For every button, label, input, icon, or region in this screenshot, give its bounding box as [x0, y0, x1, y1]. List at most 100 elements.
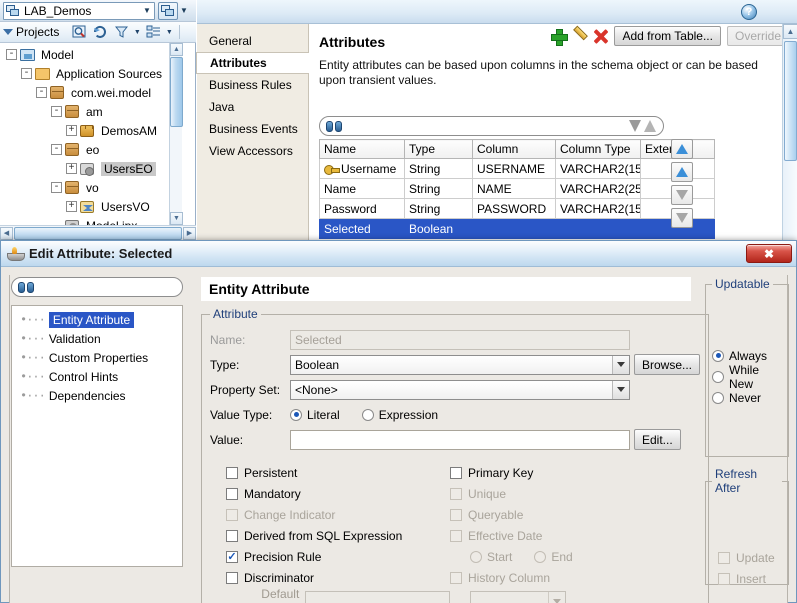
- tree-item-am[interactable]: - am: [0, 102, 183, 121]
- table-cell[interactable]: String: [404, 178, 473, 199]
- value-type-expression-radio[interactable]: Expression: [361, 404, 438, 425]
- value-type-literal-radio[interactable]: Literal: [290, 404, 340, 425]
- scroll-up-icon[interactable]: ▲: [170, 43, 183, 56]
- value-field[interactable]: [290, 429, 630, 450]
- updatable-while-new-radio[interactable]: While New: [712, 363, 782, 391]
- tab-attributes[interactable]: Attributes: [196, 52, 309, 74]
- tab-java[interactable]: Java: [197, 96, 308, 118]
- scroll-down-icon[interactable]: ▼: [170, 212, 183, 225]
- close-icon[interactable]: ✖: [746, 244, 792, 263]
- find-next-arrow-down-icon[interactable]: [627, 119, 642, 134]
- collapse-icon[interactable]: -: [21, 68, 32, 79]
- view-menu-chevron-down-icon[interactable]: ▼: [178, 6, 190, 15]
- table-row[interactable]: Username String USERNAME VARCHAR2(15): [319, 158, 715, 179]
- collapse-chevron-down-icon[interactable]: [3, 29, 13, 35]
- table-cell[interactable]: VARCHAR2(255): [555, 178, 641, 199]
- navigator-vertical-scrollbar[interactable]: ▲ ▼: [169, 43, 183, 225]
- filter-chevron-down-icon[interactable]: ▼: [133, 29, 141, 36]
- tree-item-model-jpx[interactable]: Model.jpx: [0, 216, 183, 225]
- checkbox-derived-from-sql-expression[interactable]: Derived from SQL Expression: [226, 525, 450, 546]
- dialog-nav-item-entity-attribute[interactable]: •··· Entity Attribute: [12, 310, 182, 329]
- tab-business-rules[interactable]: Business Rules: [197, 74, 308, 96]
- scroll-left-icon[interactable]: ◀: [0, 226, 13, 240]
- dialog-nav-item-control-hints[interactable]: •··· Control Hints: [12, 367, 182, 386]
- checkbox-discriminator[interactable]: Discriminator: [226, 567, 450, 588]
- chevron-down-icon[interactable]: ▼: [140, 6, 154, 15]
- checkbox-precision-rule[interactable]: Precision Rule: [226, 546, 450, 567]
- delete-icon[interactable]: [593, 29, 608, 44]
- refresh-icon[interactable]: [91, 24, 109, 41]
- chevron-down-icon[interactable]: [612, 355, 629, 374]
- tab-general[interactable]: General: [197, 30, 308, 52]
- move-up-icon[interactable]: [671, 162, 693, 182]
- dialog-search-field[interactable]: [11, 277, 183, 297]
- tree-item-vo[interactable]: - vo: [0, 178, 183, 197]
- tree-item-demosam[interactable]: + DemosAM: [0, 121, 183, 140]
- project-selector-combo[interactable]: LAB_Demos ▼: [3, 1, 155, 20]
- tree-item-com-wei-model[interactable]: - com.wei.model: [0, 83, 183, 102]
- tab-view-accessors[interactable]: View Accessors: [197, 140, 308, 162]
- group-by-icon[interactable]: [144, 24, 162, 41]
- table-cell[interactable]: Username: [319, 158, 405, 179]
- dialog-nav-tree[interactable]: •··· Entity Attribute •··· Validation •··· Cu…: [11, 305, 183, 567]
- column-header[interactable]: Type: [404, 139, 473, 159]
- table-cell[interactable]: Boolean: [404, 218, 473, 239]
- scroll-up-icon[interactable]: ▲: [783, 24, 797, 39]
- navigator-horizontal-scrollbar[interactable]: ◀ ▶: [0, 225, 196, 240]
- table-cell[interactable]: String: [404, 158, 473, 179]
- table-row[interactable]: Name String NAME VARCHAR2(255): [319, 178, 715, 199]
- table-cell[interactable]: [472, 218, 556, 239]
- dialog-nav-item-validation[interactable]: •··· Validation: [12, 329, 182, 348]
- help-icon[interactable]: ?: [741, 4, 757, 20]
- table-cell[interactable]: NAME: [472, 178, 556, 199]
- dialog-nav-item-custom-properties[interactable]: •··· Custom Properties: [12, 348, 182, 367]
- edit-button[interactable]: Edit...: [634, 429, 681, 450]
- scrollbar-thumb[interactable]: [14, 226, 182, 240]
- table-row[interactable]: Selected Boolean: [319, 218, 715, 239]
- type-select[interactable]: Boolean: [290, 354, 630, 375]
- collapse-icon[interactable]: -: [51, 106, 62, 117]
- move-down-icon[interactable]: [671, 185, 693, 205]
- expand-icon[interactable]: +: [66, 201, 77, 212]
- edit-pencil-icon[interactable]: [572, 29, 587, 44]
- expand-icon[interactable]: +: [66, 125, 77, 136]
- collapse-icon[interactable]: -: [6, 49, 17, 60]
- group-by-chevron-down-icon[interactable]: ▼: [165, 29, 173, 36]
- column-header[interactable]: Column: [472, 139, 556, 159]
- new-view-button[interactable]: [158, 1, 178, 20]
- scrollbar-thumb[interactable]: [784, 41, 797, 161]
- add-icon[interactable]: [551, 28, 569, 46]
- project-tree[interactable]: - Model - Application Sources - com.wei.model…: [0, 43, 183, 225]
- search-icon[interactable]: [70, 24, 88, 41]
- table-row[interactable]: Password String PASSWORD VARCHAR2(15): [319, 198, 715, 219]
- find-previous-arrow-up-icon[interactable]: [642, 119, 657, 134]
- editor-tab-list[interactable]: General Attributes Business Rules Java Busin…: [196, 24, 309, 240]
- move-to-top-icon[interactable]: [671, 139, 693, 159]
- scrollbar-thumb[interactable]: [170, 57, 183, 127]
- table-cell[interactable]: Password: [319, 198, 405, 219]
- tree-item-eo[interactable]: - eo: [0, 140, 183, 159]
- checkbox-mandatory[interactable]: Mandatory: [226, 483, 450, 504]
- table-cell[interactable]: VARCHAR2(15): [555, 158, 641, 179]
- table-cell[interactable]: Name: [319, 178, 405, 199]
- table-cell[interactable]: String: [404, 198, 473, 219]
- filter-icon[interactable]: [112, 24, 130, 41]
- table-cell[interactable]: USERNAME: [472, 158, 556, 179]
- move-to-bottom-icon[interactable]: [671, 208, 693, 228]
- scroll-right-icon[interactable]: ▶: [183, 226, 196, 240]
- chevron-down-icon[interactable]: [612, 380, 629, 399]
- table-cell[interactable]: VARCHAR2(15): [555, 198, 641, 219]
- collapse-icon[interactable]: -: [51, 144, 62, 155]
- table-cell[interactable]: PASSWORD: [472, 198, 556, 219]
- browse-button[interactable]: Browse...: [634, 354, 701, 375]
- table-cell[interactable]: [555, 218, 641, 239]
- attribute-search-bar[interactable]: [319, 116, 664, 136]
- column-header[interactable]: Column Type: [555, 139, 641, 159]
- property-set-select[interactable]: <None>: [290, 379, 630, 400]
- tree-item-model[interactable]: - Model: [0, 45, 183, 64]
- tab-business-events[interactable]: Business Events: [197, 118, 308, 140]
- dialog-nav-item-dependencies[interactable]: •··· Dependencies: [12, 386, 182, 405]
- checkbox-primary-key[interactable]: Primary Key: [450, 462, 680, 483]
- column-header[interactable]: Name: [319, 139, 405, 159]
- table-cell[interactable]: Selected: [319, 218, 405, 239]
